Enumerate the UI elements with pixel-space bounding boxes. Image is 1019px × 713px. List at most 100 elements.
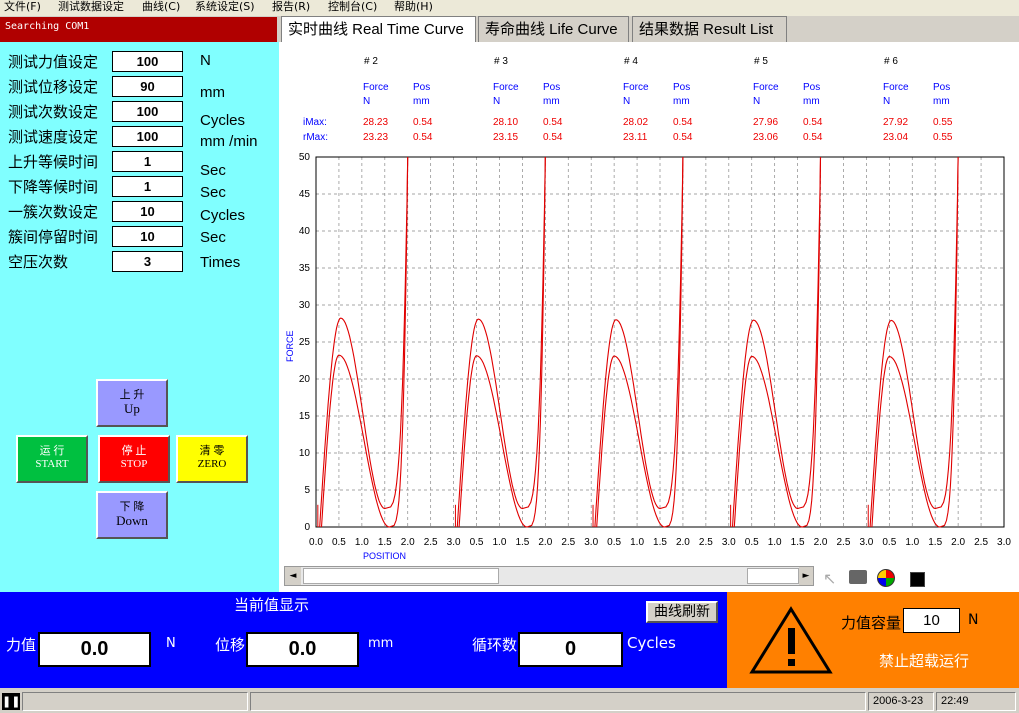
param-label: 测试速度设定: [8, 128, 99, 146]
pos-unit: mm: [413, 96, 430, 107]
param-label: 测试次数设定: [8, 103, 99, 121]
down-button-cn: 下 降: [119, 501, 145, 513]
tab-real-time-curve[interactable]: 实时曲线 Real Time Curve: [281, 16, 476, 43]
displacement-value: 0.0: [246, 632, 359, 667]
cycles-value: 0: [518, 632, 623, 667]
x-tick-label: 2.5: [974, 537, 988, 548]
param-input[interactable]: 100: [112, 101, 183, 122]
down-button[interactable]: 下 降 Down: [96, 491, 168, 539]
x-tick-label: 2.0: [676, 537, 690, 548]
status-cell-1: [22, 692, 248, 711]
status-date: 2006-3-23: [868, 692, 934, 711]
sample-id: # 2: [364, 56, 378, 67]
stop-button[interactable]: 停 止 STOP: [98, 435, 170, 483]
scroll-thumb[interactable]: [303, 568, 499, 584]
x-tick-label: 2.5: [837, 537, 851, 548]
rmax-pos: 0.55: [933, 132, 953, 143]
x-tick-label: 0.0: [309, 537, 323, 548]
x-tick-label: 3.0: [859, 537, 873, 548]
status-bar: ❚❚ 2006-3-23 22:49: [0, 690, 1019, 713]
param-input[interactable]: 1: [112, 151, 183, 172]
imax-force: 27.92: [883, 117, 908, 128]
start-button[interactable]: 运 行 START: [16, 435, 88, 483]
menu-system[interactable]: 系统设定(S): [195, 0, 255, 14]
rmax-force: 23.06: [753, 132, 778, 143]
y-tick-label: 45: [299, 189, 311, 200]
x-tick-label: 0.5: [332, 537, 346, 548]
param-input[interactable]: 100: [112, 51, 183, 72]
capacity-value[interactable]: 10: [903, 608, 960, 633]
x-tick-label: 1.0: [355, 537, 369, 548]
param-label: 下降等候时间: [8, 178, 99, 196]
y-axis-label: FORCE: [285, 331, 295, 363]
zero-button[interactable]: 清 零 ZERO: [176, 435, 248, 483]
x-tick-label: 1.0: [905, 537, 919, 548]
param-input[interactable]: 100: [112, 126, 183, 147]
force-header: Force: [753, 82, 779, 93]
pause-icon[interactable]: ❚❚: [2, 693, 20, 710]
chart-scrollbar[interactable]: ◄ ►: [284, 566, 814, 586]
scroll-left-arrow-icon[interactable]: ◄: [285, 567, 301, 585]
rmax-force: 23.11: [623, 132, 648, 143]
menu-help[interactable]: 帮助(H): [394, 0, 433, 14]
pos-header: Pos: [933, 82, 950, 93]
param-unit: Cycles: [200, 112, 246, 129]
x-tick-label: 3.0: [584, 537, 598, 548]
start-button-en: START: [35, 458, 69, 470]
imax-force: 28.23: [363, 117, 388, 128]
menu-test-data[interactable]: 测试数据设定: [58, 0, 124, 14]
refresh-curve-button[interactable]: 曲线刷新: [646, 601, 718, 623]
rmax-label: rMax:: [303, 132, 328, 143]
zero-button-cn: 清 零: [199, 445, 225, 457]
param-unit: Sec: [200, 184, 226, 201]
up-button-en: Up: [124, 401, 140, 416]
up-button[interactable]: 上 升 Up: [96, 379, 168, 427]
y-tick-label: 25: [299, 337, 311, 348]
pos-header: Pos: [413, 82, 430, 93]
param-label: 一簇次数设定: [8, 203, 99, 221]
force-header: Force: [493, 82, 519, 93]
rmax-pos: 0.54: [673, 132, 693, 143]
x-tick-label: 1.0: [768, 537, 782, 548]
scroll-field[interactable]: [747, 568, 799, 584]
capacity-unit: N: [968, 612, 979, 628]
pos-unit: mm: [673, 96, 690, 107]
force-header: Force: [363, 82, 389, 93]
x-tick-label: 1.5: [653, 537, 667, 548]
tab-result-list[interactable]: 结果数据 Result List: [632, 16, 787, 43]
param-input[interactable]: 10: [112, 226, 183, 247]
force-header: Force: [883, 82, 909, 93]
menu-report[interactable]: 报告(R): [272, 0, 310, 14]
x-axis-label: POSITION: [363, 551, 406, 561]
scroll-right-arrow-icon[interactable]: ►: [799, 567, 813, 585]
imax-label: iMax:: [303, 117, 327, 128]
print-icon[interactable]: [849, 570, 867, 584]
pos-unit: mm: [933, 96, 950, 107]
y-tick-label: 0: [304, 522, 310, 533]
y-tick-label: 5: [304, 485, 310, 496]
current-values-title: 当前值显示: [234, 596, 310, 614]
param-input[interactable]: 90: [112, 76, 183, 97]
tab-life-curve[interactable]: 寿命曲线 Life Curve: [478, 16, 629, 43]
color-settings-icon[interactable]: [877, 569, 895, 587]
imax-force: 28.10: [493, 117, 518, 128]
pointer-icon[interactable]: ↖: [823, 569, 836, 588]
y-tick-label: 35: [299, 263, 311, 274]
x-tick-label: 0.5: [882, 537, 896, 548]
param-label: 空压次数: [8, 253, 69, 271]
save-icon[interactable]: [910, 572, 925, 587]
imax-pos: 0.54: [413, 117, 433, 128]
menu-file[interactable]: 文件(F): [4, 0, 41, 14]
param-input[interactable]: 10: [112, 201, 183, 222]
x-tick-label: 0.5: [607, 537, 621, 548]
y-tick-label: 30: [299, 300, 311, 311]
rmax-force: 23.15: [493, 132, 518, 143]
param-input[interactable]: 1: [112, 176, 183, 197]
menu-curve[interactable]: 曲线(C): [142, 0, 180, 14]
param-label: 上升等候时间: [8, 153, 99, 171]
param-input[interactable]: 3: [112, 251, 183, 272]
menu-console[interactable]: 控制台(C): [328, 0, 377, 14]
x-tick-label: 1.5: [928, 537, 942, 548]
displacement-unit: mm: [368, 636, 394, 651]
x-tick-label: 1.0: [630, 537, 644, 548]
